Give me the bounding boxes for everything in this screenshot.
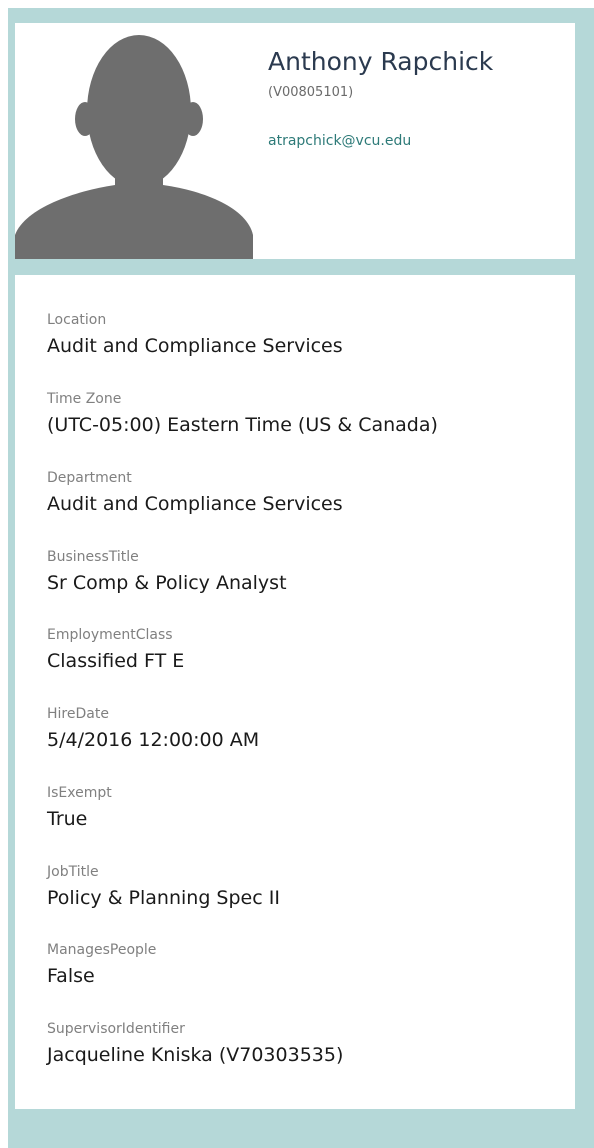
field-value: False <box>47 965 95 987</box>
field-label: HireDate <box>47 706 109 722</box>
field-time-zone: Time Zone (UTC-05:00) Eastern Time (US &… <box>47 390 438 437</box>
profile-name: Anthony Rapchick <box>268 47 494 76</box>
profile-id: (V00805101) <box>268 85 354 100</box>
field-value: (UTC-05:00) Eastern Time (US & Canada) <box>47 414 438 436</box>
field-value: True <box>47 808 88 830</box>
field-label: Department <box>47 470 132 486</box>
field-manages-people: ManagesPeople False <box>47 941 156 988</box>
field-value: Audit and Compliance Services <box>47 335 343 357</box>
field-value: Jacqueline Kniska (V70303535) <box>47 1044 344 1066</box>
field-business-title: BusinessTitle Sr Comp & Policy Analyst <box>47 548 287 595</box>
field-value: Classified FT E <box>47 650 185 672</box>
field-is-exempt: IsExempt True <box>47 784 112 831</box>
profile-header-card: Anthony Rapchick (V00805101) atrapchick@… <box>15 23 575 259</box>
field-value: Audit and Compliance Services <box>47 493 343 515</box>
field-label: ManagesPeople <box>47 942 157 958</box>
avatar <box>15 23 255 259</box>
profile-details-card: Location Audit and Compliance Services T… <box>15 275 575 1109</box>
field-value: 5/4/2016 12:00:00 AM <box>47 729 260 751</box>
field-label: Time Zone <box>47 391 122 407</box>
field-employment-class: EmploymentClass Classified FT E <box>47 626 184 673</box>
field-label: IsExempt <box>47 785 112 801</box>
field-supervisor-identifier: SupervisorIdentifier Jacqueline Kniska (… <box>47 1020 343 1067</box>
field-label: EmploymentClass <box>47 627 173 643</box>
field-job-title: JobTitle Policy & Planning Spec II <box>47 863 280 910</box>
field-label: Location <box>47 312 107 328</box>
field-hire-date: HireDate 5/4/2016 12:00:00 AM <box>47 705 259 752</box>
field-value: Policy & Planning Spec II <box>47 887 280 909</box>
email-link[interactable]: atrapchick@vcu.edu <box>268 133 411 149</box>
field-location: Location Audit and Compliance Services <box>47 311 343 358</box>
field-department: Department Audit and Compliance Services <box>47 469 343 516</box>
field-label: SupervisorIdentifier <box>47 1021 185 1037</box>
field-value: Sr Comp & Policy Analyst <box>47 572 287 594</box>
field-label: BusinessTitle <box>47 549 139 565</box>
user-silhouette-icon <box>15 35 253 259</box>
field-label: JobTitle <box>47 864 99 880</box>
